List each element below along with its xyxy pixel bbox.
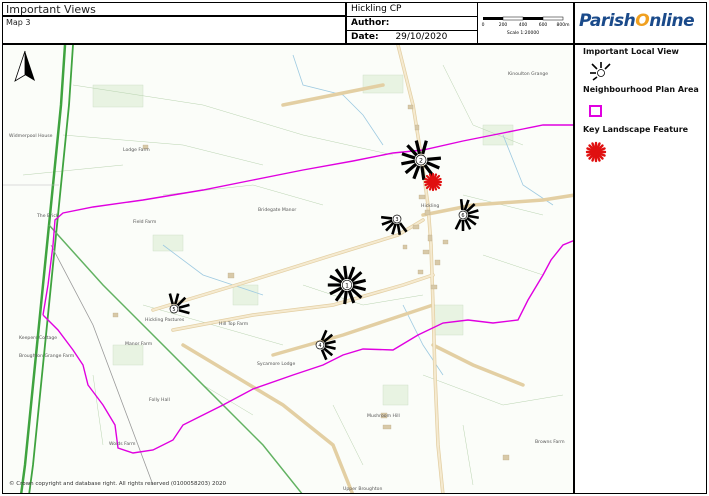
view-number: 3 <box>395 217 398 223</box>
legend-plan-area-swatch <box>589 105 602 117</box>
label-sycamore: Sycamore Lodge <box>257 361 295 367</box>
label-widmerpool: Widmerpool House <box>9 133 53 139</box>
label-wolds-farm: Wolds Farm <box>109 441 136 447</box>
map-frame: Lodge Farm Field Farm Bridegate Manor Hi… <box>2 44 574 494</box>
map-number: Map 3 <box>6 18 31 27</box>
scale-tick-800: 800m <box>557 22 570 28</box>
view-number: 2 <box>419 158 423 165</box>
view-ray <box>324 344 336 350</box>
view-ray <box>168 293 174 305</box>
view-ray <box>404 162 418 175</box>
scale-tick-0: 0 <box>482 22 485 28</box>
view-ray <box>324 340 336 346</box>
legend-landscape-label: Key Landscape Feature <box>583 125 689 134</box>
view-number: 6 <box>461 213 464 219</box>
label-hill-top: Hill Top Farm <box>219 321 249 327</box>
date-label: Date: <box>351 32 379 42</box>
scale-bar: 0 200 400 600 800m Scale 1:20000 <box>482 16 570 36</box>
view-ray <box>421 140 428 155</box>
label-hickling: Hickling <box>421 203 439 209</box>
view-marker: 5 <box>168 293 190 315</box>
label-field-farm: Field Farm <box>133 219 157 225</box>
view-ray <box>467 209 479 215</box>
view-ray <box>427 156 442 162</box>
map-number-box: Map 3 <box>2 16 346 44</box>
view-marker: 1 <box>327 265 367 305</box>
legend-landscape-icon <box>585 141 607 163</box>
legend-view-label: Important Local View <box>583 47 679 56</box>
view-number: 1 <box>345 282 349 289</box>
parish-row: Hickling CP <box>347 3 477 17</box>
scale-tick-600: 600 <box>539 22 548 28</box>
legend-box: Important Local View Neighbourhood Plan … <box>574 44 707 494</box>
view-ray <box>454 218 462 230</box>
label-upper-broughton: Upper Broughton <box>343 486 382 492</box>
view-ray <box>459 198 464 211</box>
label-keepers: Keepers Cottage <box>19 335 57 341</box>
map-svg: Lodge Farm Field Farm Bridegate Manor Hi… <box>3 45 573 493</box>
view-ray <box>352 284 367 292</box>
legend-plan-area-label: Neighbourhood Plan Area <box>583 85 699 94</box>
scale-text: Scale 1:20000 <box>507 30 539 36</box>
key-landscape-feature-icon <box>423 172 443 192</box>
view-ray <box>467 214 479 220</box>
view-number: 5 <box>172 307 175 313</box>
label-bridegate: Bridegate Manor <box>258 207 296 213</box>
view-number: 4 <box>318 343 321 349</box>
label-the-brick: The Brick <box>36 213 59 219</box>
label-folly-hall: Folly Hall <box>149 397 170 403</box>
parish-name: Hickling CP <box>351 4 402 14</box>
label-browns: Browns Farm <box>535 439 565 445</box>
author-label: Author: <box>351 18 390 28</box>
scale-tick-400: 400 <box>519 22 528 28</box>
author-row: Author: <box>347 17 477 31</box>
copyright-text: © Crown copyright and database right. Al… <box>9 480 226 487</box>
view-ray <box>401 152 416 160</box>
view-ray <box>380 215 393 220</box>
map-title: Important Views <box>6 3 96 16</box>
label-mushroom: Mushroom Hill <box>367 413 400 419</box>
north-arrow-icon <box>14 50 35 82</box>
view-ray <box>420 165 426 181</box>
label-manor-farm: Manor Farm <box>125 341 153 347</box>
label-kinoulton: Kinoulton Grange <box>508 71 548 77</box>
view-ray <box>412 165 421 180</box>
title-box: Important Views <box>2 2 346 16</box>
label-hickling-pastures: Hickling Pastures <box>145 317 185 323</box>
view-ray <box>178 303 190 309</box>
info-box: Hickling CP Author: Date: 29/10/2020 0 2… <box>346 2 574 44</box>
view-ray <box>343 265 348 280</box>
logo-box: ParishOnline <box>574 2 707 44</box>
view-ray <box>343 290 348 305</box>
scale-tick-200: 200 <box>499 22 508 28</box>
view-ray <box>352 278 367 286</box>
view-ray <box>426 161 440 170</box>
view-ray <box>178 309 190 315</box>
view-ray <box>391 223 397 235</box>
view-marker: 4 <box>315 329 336 361</box>
date-row: Date: 29/10/2020 <box>347 31 477 45</box>
date-value: 29/10/2020 <box>395 32 448 42</box>
parish-online-logo: ParishOnline <box>579 11 695 31</box>
view-ray <box>401 159 416 166</box>
label-broughton: Broughton Grange Farm <box>19 353 75 359</box>
label-lodge-farm: Lodge Farm <box>123 147 150 153</box>
legend-view-icon <box>590 62 611 81</box>
